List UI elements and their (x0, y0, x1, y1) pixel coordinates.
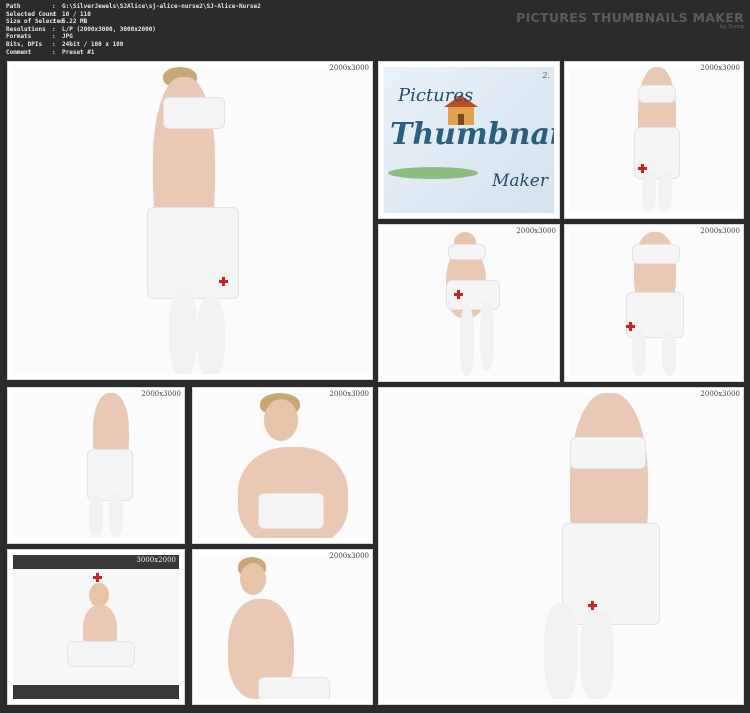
info-value: 10 / 110 (62, 10, 91, 18)
info-key: Comment (6, 48, 32, 56)
figure-leg (460, 306, 474, 376)
info-value: JPG (62, 33, 73, 41)
resolution-label: 2000x3000 (329, 390, 369, 398)
resolution-label: 2000x3000 (141, 390, 181, 398)
logo-version: 2. (542, 71, 550, 80)
brand-title: PICTURES THUMBNAILS MAKER (516, 10, 744, 25)
resolution-label: 2000x3000 (700, 227, 740, 235)
thumbnail-8[interactable]: 2000x3000 (378, 387, 744, 705)
info-row-size: Size of Selected : 5.22 MB (6, 18, 261, 26)
file-info-panel: Path : G:\SilverJewels\SJAlice\sj-alice-… (6, 3, 261, 56)
red-cross-icon (454, 290, 463, 299)
resolution-label: 3000x2000 (136, 556, 176, 564)
figure-top (448, 244, 486, 260)
figure-skirt (258, 677, 330, 699)
info-value: 5.22 MB (62, 18, 88, 26)
figure-leg (480, 300, 494, 370)
letterbox-bottom (13, 685, 179, 699)
figure-leg (658, 171, 672, 211)
info-row-formats: Formats : JPG (6, 33, 261, 41)
figure-skirt (67, 641, 135, 667)
thumbnail-7[interactable]: 2000x3000 (192, 387, 373, 544)
thumbnail-image (570, 67, 738, 213)
info-key: Resolutions (6, 25, 46, 33)
info-key: Bits, DPIs (6, 40, 43, 48)
info-key: Size of Selected (6, 18, 64, 26)
thumbnail-image (384, 393, 738, 699)
figure-leg (544, 603, 578, 699)
figure-leg (580, 609, 614, 699)
resolution-label: 2000x3000 (329, 552, 369, 560)
info-separator: : (52, 40, 56, 48)
info-key: Selected Count (6, 10, 57, 18)
logo-word-pictures: Pictures (398, 85, 474, 106)
figure-top (163, 97, 225, 129)
info-row-comment: Comment : Preset #1 (6, 49, 261, 57)
logo-word-maker: Maker (491, 171, 548, 191)
info-separator: : (52, 10, 56, 18)
thumbnail-image (13, 393, 179, 538)
figure-leg (169, 287, 197, 374)
info-row-resolutions: Resolutions : L/P (2000x3000, 3000x2000) (6, 26, 261, 34)
info-row-bits: Bits, DPIs : 24bit / 100 x 100 (6, 41, 261, 49)
red-cross-icon (93, 573, 102, 582)
figure-top (258, 493, 324, 529)
resolution-label: 2000x3000 (329, 64, 369, 72)
figure-skirt (562, 523, 660, 625)
figure-leg (632, 330, 646, 376)
red-cross-icon (638, 164, 647, 173)
red-cross-icon (588, 601, 597, 610)
thumbnail-image (570, 230, 738, 376)
info-separator: : (52, 25, 56, 33)
figure-leg (662, 330, 676, 376)
figure-top (638, 85, 676, 103)
red-cross-icon (626, 322, 635, 331)
thumbnail-image (198, 393, 367, 538)
thumbnail-image (13, 555, 179, 699)
logo-word-thumbnails: Thumbnails (390, 117, 554, 152)
figure-head (89, 583, 109, 607)
figure-head (264, 399, 298, 441)
info-value: G:\SilverJewels\SJAlice\sj-alice-nurse2\… (62, 3, 261, 10)
info-key: Path (6, 3, 21, 10)
resolution-label: 2000x3000 (516, 227, 556, 235)
thumbnail-image (13, 67, 367, 374)
info-key: Formats (6, 33, 32, 41)
figure-leg (89, 493, 103, 537)
figure-leg (642, 171, 656, 211)
info-header: Path : G:\SilverJewels\SJAlice\sj-alice-… (0, 0, 750, 60)
figure-leg (197, 297, 225, 374)
info-row-selected-count: Selected Count : 10 / 110 (6, 11, 261, 19)
thumbnail-10[interactable]: 2000x3000 (192, 549, 373, 705)
info-separator: : (52, 33, 56, 41)
resolution-label: 2000x3000 (700, 64, 740, 72)
info-separator: : (52, 48, 56, 56)
info-value: 24bit / 100 x 100 (62, 40, 124, 48)
brand-watermark: PICTURES THUMBNAILS MAKER by Scorp (516, 10, 744, 30)
thumbnail-9[interactable]: 3000x2000 (7, 549, 185, 705)
resolution-label: 2000x3000 (700, 390, 740, 398)
thumbnail-5[interactable]: 2000x3000 (564, 224, 744, 382)
figure-leg (109, 493, 123, 537)
logo-tile: Pictures Thumbnails Maker 2. (378, 61, 560, 219)
red-cross-icon (219, 277, 228, 286)
info-value: Preset #1 (62, 48, 95, 56)
thumbnail-4[interactable]: 2000x3000 (378, 224, 560, 382)
thumbnail-image (384, 230, 554, 376)
thumbnail-3[interactable]: 2000x3000 (564, 61, 744, 219)
figure-head (240, 563, 266, 595)
info-value: L/P (2000x3000, 3000x2000) (62, 25, 156, 33)
thumbnail-1[interactable]: 2000x3000 (7, 61, 373, 380)
info-separator: : (52, 18, 56, 26)
figure-top (570, 437, 646, 469)
thumbnail-image (198, 555, 367, 699)
figure-top (632, 244, 680, 264)
info-separator: : (52, 3, 56, 10)
thumbnail-6[interactable]: 2000x3000 (7, 387, 185, 544)
grass-shape (388, 167, 478, 179)
info-row-path: Path : G:\SilverJewels\SJAlice\sj-alice-… (6, 3, 261, 11)
logo-image: Pictures Thumbnails Maker 2. (384, 67, 554, 213)
